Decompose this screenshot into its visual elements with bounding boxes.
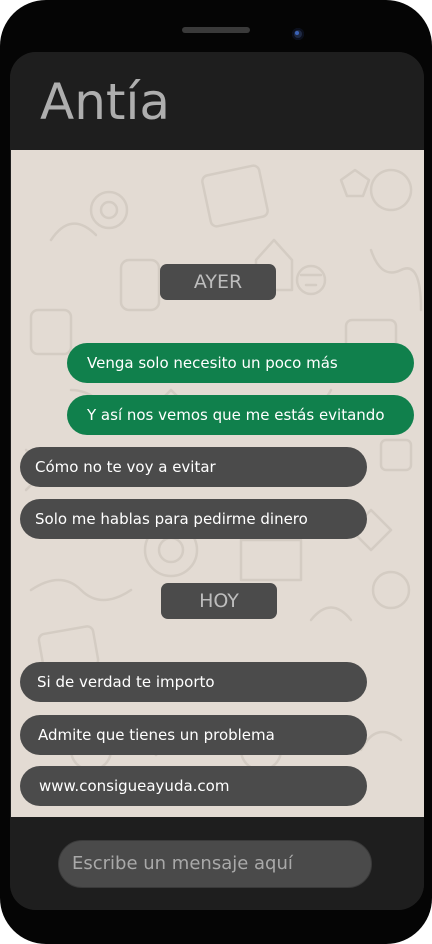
contact-name[interactable]: Antía: [40, 70, 170, 134]
message-outgoing[interactable]: Venga solo necesito un poco más: [67, 343, 414, 383]
message-incoming[interactable]: Solo me hablas para pedirme dinero: [20, 499, 367, 539]
date-separator-yesterday: AYER: [160, 264, 276, 300]
speaker-grille: [182, 27, 250, 33]
message-incoming[interactable]: Admite que tienes un problema: [20, 715, 367, 755]
phone-frame: Antía AYER Venga solo necesito un poco m…: [0, 0, 432, 944]
front-camera: [292, 28, 304, 40]
message-input[interactable]: Escribe un mensaje aquí: [58, 840, 372, 888]
message-incoming[interactable]: Si de verdad te importo: [20, 662, 367, 702]
chat-area[interactable]: AYER Venga solo necesito un poco más Y a…: [11, 150, 424, 817]
message-outgoing[interactable]: Y así nos vemos que me estás evitando: [67, 395, 414, 435]
message-incoming[interactable]: Cómo no te voy a evitar: [20, 447, 367, 487]
date-separator-today: HOY: [161, 583, 277, 619]
chat-header: Antía: [10, 52, 424, 150]
composer-bar: Escribe un mensaje aquí: [10, 817, 424, 910]
message-incoming-link[interactable]: www.consigueayuda.com: [20, 766, 367, 806]
phone-screen: Antía AYER Venga solo necesito un poco m…: [10, 52, 424, 910]
